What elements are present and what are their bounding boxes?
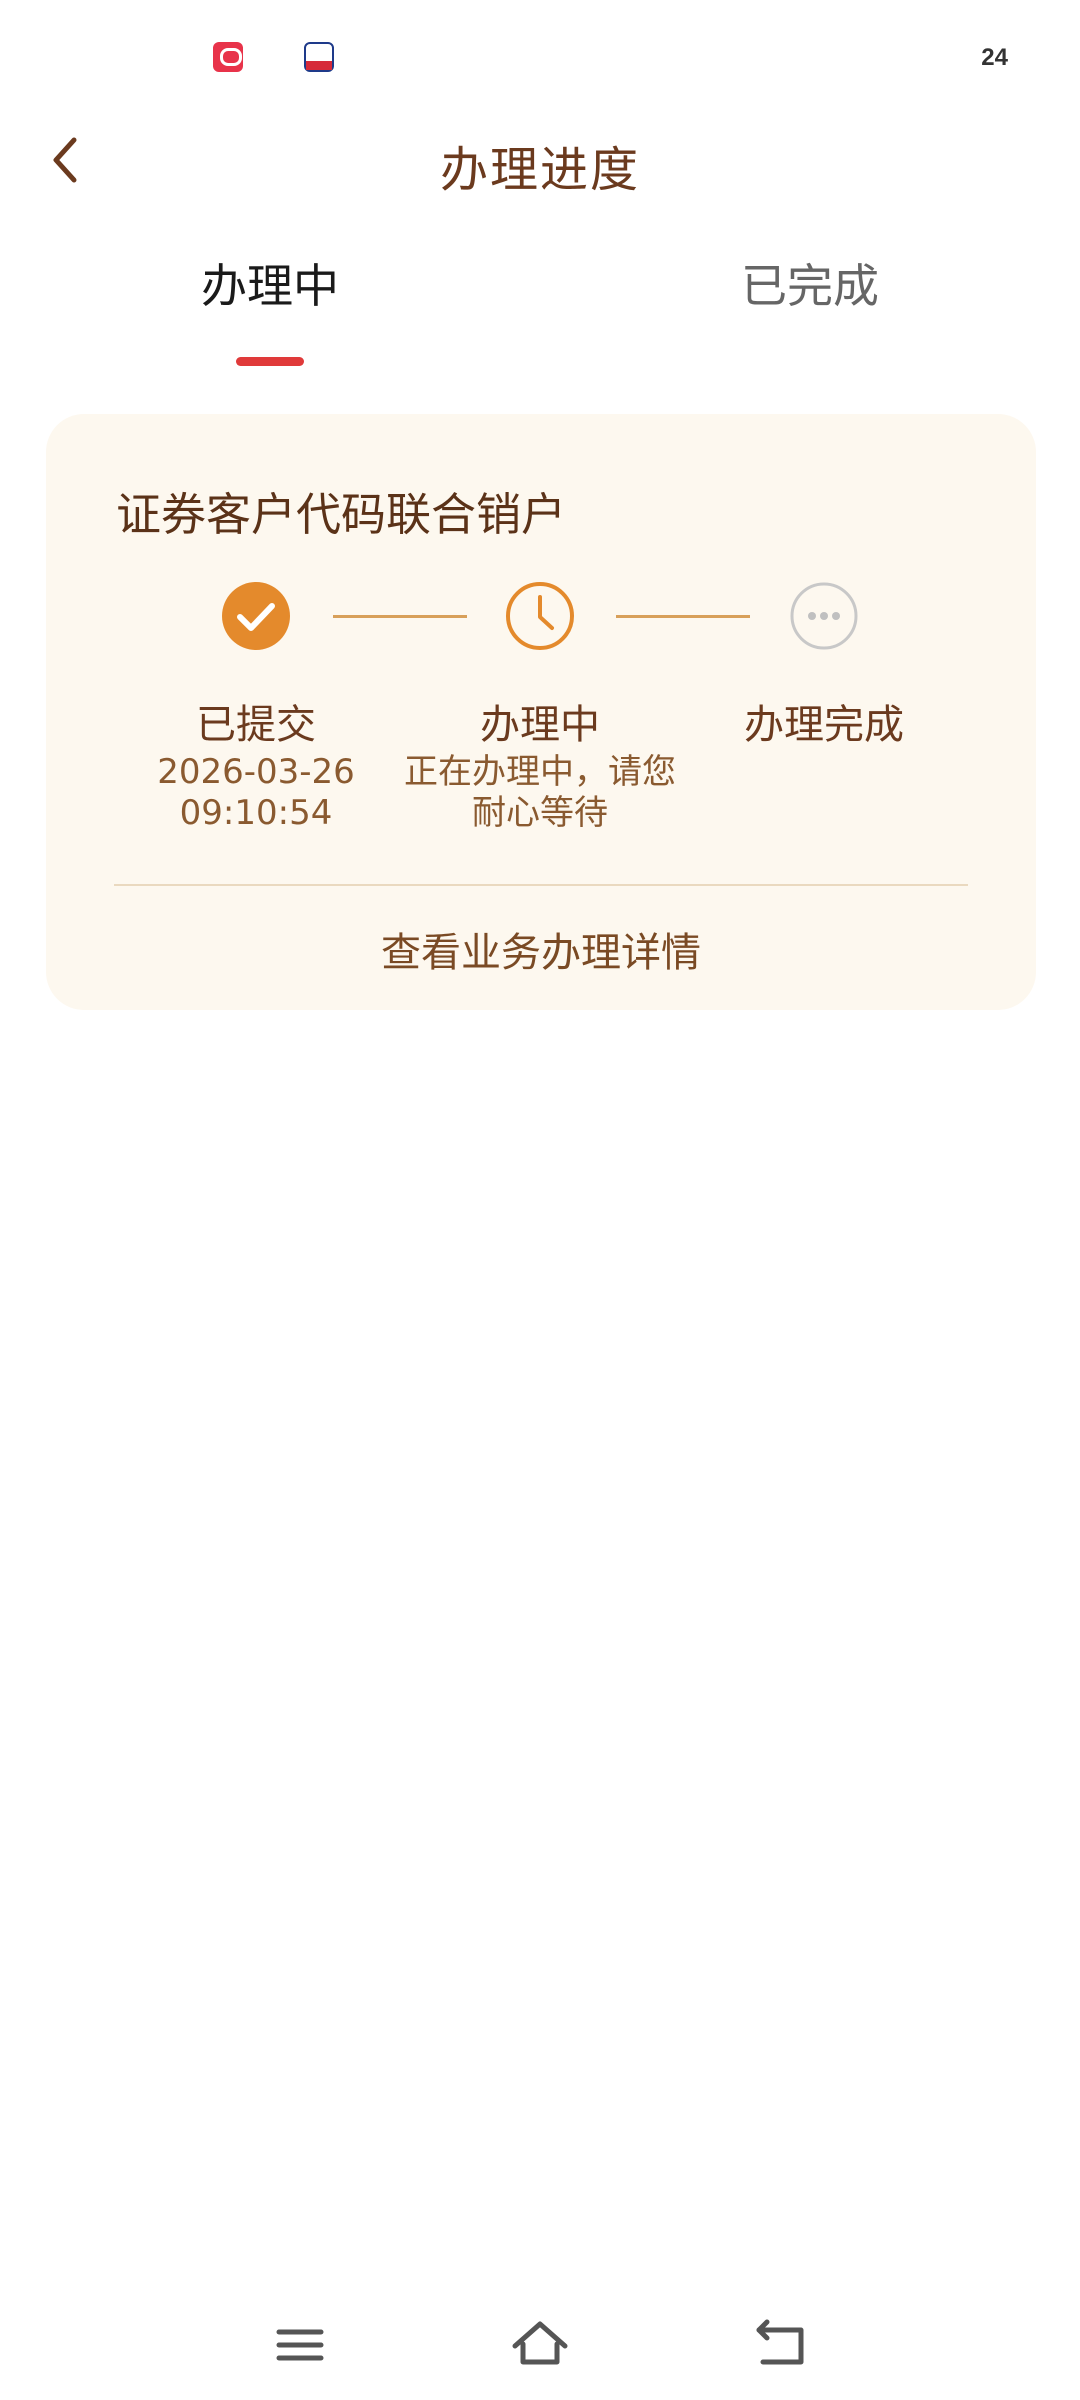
status-bar: 24 <box>0 0 1080 110</box>
back-icon <box>756 2319 804 2365</box>
tab-in-progress[interactable]: 办理中 <box>120 250 420 360</box>
nav-back-button[interactable] <box>745 2310 815 2380</box>
submitted-clock-time: 09:10:54 <box>179 793 333 833</box>
check-circle-icon <box>222 582 290 650</box>
card-title: 证券客户代码联合销户 <box>116 488 567 541</box>
bank-notification-icon <box>304 42 334 72</box>
system-nav-bar <box>0 2290 1080 2400</box>
view-details-link[interactable]: 查看业务办理详情 <box>46 920 1036 978</box>
progress-card: 证券客户代码联合销户 已提交 办理中 办理完成 2026-03-26 09:10… <box>46 414 1036 1010</box>
home-icon <box>512 2321 568 2365</box>
clock-icon <box>506 582 574 650</box>
app-notification-icon <box>213 42 243 72</box>
step-connector <box>333 615 467 618</box>
status-time: 24 <box>981 44 1008 71</box>
step-processing-note: 正在办理中，请您 耐心等待 <box>390 752 690 834</box>
tab-bar: 办理中 已完成 <box>0 250 1080 370</box>
step-connector <box>616 615 750 618</box>
submitted-date: 2026-03-26 <box>157 752 355 792</box>
page-title: 办理进度 <box>439 142 640 198</box>
card-divider <box>114 884 968 886</box>
processing-note-line1: 正在办理中，请您 <box>404 752 676 792</box>
step-label-processing: 办理中 <box>480 702 600 748</box>
nav-home-button[interactable] <box>505 2310 575 2380</box>
more-dots-icon <box>790 582 858 650</box>
nav-menu-button[interactable] <box>265 2310 335 2380</box>
step-submitted-time: 2026-03-26 09:10:54 <box>106 752 406 834</box>
processing-note-line2: 耐心等待 <box>472 793 608 833</box>
tab-completed[interactable]: 已完成 <box>660 250 960 360</box>
active-tab-indicator <box>236 357 304 366</box>
menu-icon <box>276 2329 324 2361</box>
step-label-submitted: 已提交 <box>196 702 316 748</box>
progress-screen: 24 办理进度 办理中 已完成 证券客户代码联合销户 已提交 办理中 办理完成 … <box>0 0 1080 2400</box>
step-label-completed: 办理完成 <box>744 702 904 748</box>
header: 办理进度 <box>0 110 1080 210</box>
